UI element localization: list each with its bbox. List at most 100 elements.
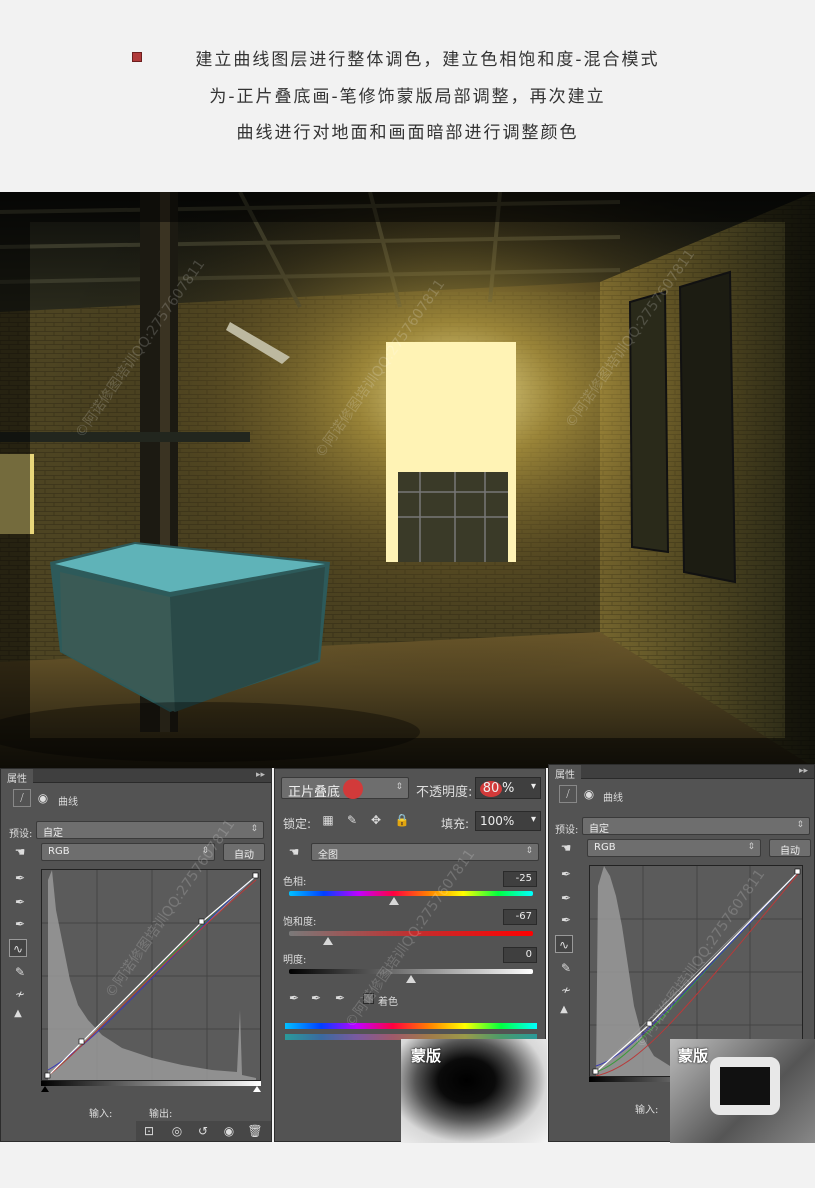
collapse-icon[interactable]: ▸▸ (799, 766, 808, 776)
channel-select[interactable]: RGB ⇕ (587, 839, 761, 857)
opacity-label: 不透明度: (416, 785, 473, 800)
chevron-updown-icon: ⇕ (201, 846, 209, 856)
targeted-adjustment-hand-icon[interactable]: ☚ (557, 839, 575, 857)
curves-adjustment-icon: ⧸ (559, 785, 577, 803)
colorize-label: 着色 (378, 997, 398, 1008)
caption-header: 建立曲线图层进行整体调色，建立色相饱和度-混合模式 为-正片叠底画-笔修饰蒙版局… (0, 0, 815, 192)
add-sample-eyedropper-icon[interactable]: ✒ (307, 989, 325, 1007)
lock-position-icon[interactable]: ✥ (367, 811, 385, 829)
channel-value: RGB (48, 846, 70, 857)
gray-point-eyedropper-icon[interactable]: ✒ (557, 889, 575, 907)
curves-graph[interactable] (41, 869, 261, 1081)
hue-slider-thumb[interactable] (388, 897, 399, 905)
curves-adjustment-icon: ⧸ (13, 789, 31, 807)
lock-transparent-icon[interactable]: ▦ (319, 811, 337, 829)
mask-shape (710, 1057, 780, 1115)
colorize-checkbox[interactable] (363, 993, 374, 1004)
right-properties-panel: 属性 ▸▸ ⧸ ◉ 曲线 预设: 自定 ⇕ ☚ RGB ⇕ 自动 ✒ ✒ ✒ ∿… (548, 764, 815, 1143)
opacity-highlight: 80 (480, 781, 502, 797)
chevron-down-icon[interactable]: ▾ (531, 814, 536, 825)
fill-field[interactable]: 100% ▾ (475, 811, 541, 831)
preset-label: 预设: (9, 829, 33, 840)
channel-select[interactable]: RGB ⇕ (41, 843, 215, 861)
caption-line-2: 为-正片叠底画-笔修饰蒙版局部调整，再次建立 (209, 87, 606, 107)
gray-point-eyedropper-icon[interactable]: ✒ (11, 893, 29, 911)
mask-label: 蒙版 (678, 1047, 709, 1065)
curve-point-tool-icon[interactable]: ∿ (555, 935, 573, 953)
tab-properties[interactable]: 属性 (1, 769, 33, 785)
chevron-updown-icon: ⇕ (747, 842, 755, 852)
curves-graph-svg (42, 870, 260, 1080)
saturation-slider-track[interactable] (289, 931, 533, 936)
fill-label: 填充: (441, 817, 470, 831)
layer-mask-thumbnail[interactable]: 蒙版 (401, 1039, 547, 1143)
preset-select[interactable]: 自定 ⇕ (582, 817, 810, 835)
preset-value: 自定 (43, 828, 63, 839)
hue-value-field[interactable]: -25 (503, 871, 537, 887)
smooth-curve-icon[interactable]: ≁ (557, 981, 575, 999)
lightness-label: 明度: (283, 955, 307, 966)
smooth-curve-icon[interactable]: ≁ (11, 985, 29, 1003)
hue-label: 色相: (283, 877, 307, 888)
opacity-unit: % (502, 781, 515, 796)
auto-button[interactable]: 自动 (769, 839, 811, 857)
channel-value: RGB (594, 842, 616, 853)
black-point-eyedropper-icon[interactable]: ✒ (557, 865, 575, 883)
adjustment-name: 曲线 (603, 793, 623, 804)
curve-point-tool-icon[interactable]: ∿ (9, 939, 27, 957)
white-point-eyedropper-icon[interactable]: ✒ (557, 911, 575, 929)
pencil-draw-icon[interactable]: ✎ (11, 963, 29, 981)
mask-icon[interactable]: ◉ (580, 785, 598, 803)
adjustment-name: 曲线 (58, 797, 78, 808)
mask-icon[interactable]: ◉ (34, 789, 52, 807)
highlight-marker-dot (343, 779, 363, 799)
lightness-value-field[interactable]: 0 (503, 947, 537, 963)
lightness-slider-track[interactable] (289, 969, 533, 974)
input-label: 输入: (89, 1109, 113, 1120)
clipping-warning-icon[interactable]: ▲ (555, 1001, 573, 1019)
pencil-draw-icon[interactable]: ✎ (557, 959, 575, 977)
lock-paint-icon[interactable]: ✎ (343, 811, 361, 829)
reset-icon[interactable]: ↺ (194, 1122, 212, 1140)
blend-mode-value: 正片叠底 (288, 785, 341, 800)
hue-slider-track[interactable] (289, 891, 533, 896)
targeted-adjustment-hand-icon[interactable]: ☚ (285, 843, 303, 861)
middle-layers-panel: 正片叠底 ⇕ 不透明度: 80% ▾ 锁定: ▦ ✎ ✥ 🔒 填充: 100% … (274, 768, 547, 1143)
chevron-updown-icon: ⇕ (395, 782, 403, 792)
sample-eyedropper-icon[interactable]: ✒ (285, 989, 303, 1007)
preset-select[interactable]: 自定 ⇕ (36, 821, 264, 839)
caption-line-1: 建立曲线图层进行整体调色，建立色相饱和度-混合模式 (195, 50, 660, 70)
auto-button[interactable]: 自动 (223, 843, 265, 861)
layer-mask-thumbnail[interactable]: 蒙版 (670, 1039, 815, 1143)
input-spectrum-bar (285, 1023, 537, 1029)
output-label: 输出: (149, 1109, 173, 1120)
fill-value: 100% (480, 814, 515, 828)
left-properties-panel: 属性 ▸▸ ⧸ ◉ 曲线 预设: 自定 ⇕ ☚ RGB ⇕ 自动 ✒ ✒ ✒ ∿… (0, 768, 272, 1142)
lightness-slider-thumb[interactable] (406, 975, 416, 983)
black-slider-handle[interactable] (41, 1086, 49, 1092)
range-value: 全图 (318, 850, 338, 861)
preset-value: 自定 (589, 824, 609, 835)
collapse-icon[interactable]: ▸▸ (256, 770, 265, 780)
toggle-visibility-icon[interactable]: ◉ (220, 1122, 238, 1140)
chevron-down-icon[interactable]: ▾ (531, 781, 536, 792)
input-label: 输入: (635, 1105, 659, 1116)
black-point-eyedropper-icon[interactable]: ✒ (11, 869, 29, 887)
opacity-field[interactable]: 80% ▾ (475, 777, 541, 799)
input-gradient-bar (41, 1081, 261, 1086)
view-previous-state-icon[interactable]: ◎ (168, 1122, 186, 1140)
white-slider-handle[interactable] (253, 1086, 261, 1092)
delete-trash-icon[interactable]: 🗑 (246, 1122, 264, 1140)
saturation-slider-thumb[interactable] (323, 937, 334, 945)
saturation-value-field[interactable]: -67 (503, 909, 537, 925)
targeted-adjustment-hand-icon[interactable]: ☚ (11, 843, 29, 861)
tab-properties[interactable]: 属性 (549, 765, 581, 781)
white-point-eyedropper-icon[interactable]: ✒ (11, 915, 29, 933)
subtract-sample-eyedropper-icon[interactable]: ✒ (331, 989, 349, 1007)
clipping-warning-icon[interactable]: ▲ (9, 1005, 27, 1023)
range-select[interactable]: 全图 ⇕ (311, 843, 539, 861)
chevron-updown-icon: ⇕ (796, 820, 804, 830)
lock-all-icon[interactable]: 🔒 (393, 811, 411, 829)
opacity-value: 80 (482, 781, 500, 796)
clip-to-layer-icon[interactable]: ⊡ (140, 1122, 158, 1140)
